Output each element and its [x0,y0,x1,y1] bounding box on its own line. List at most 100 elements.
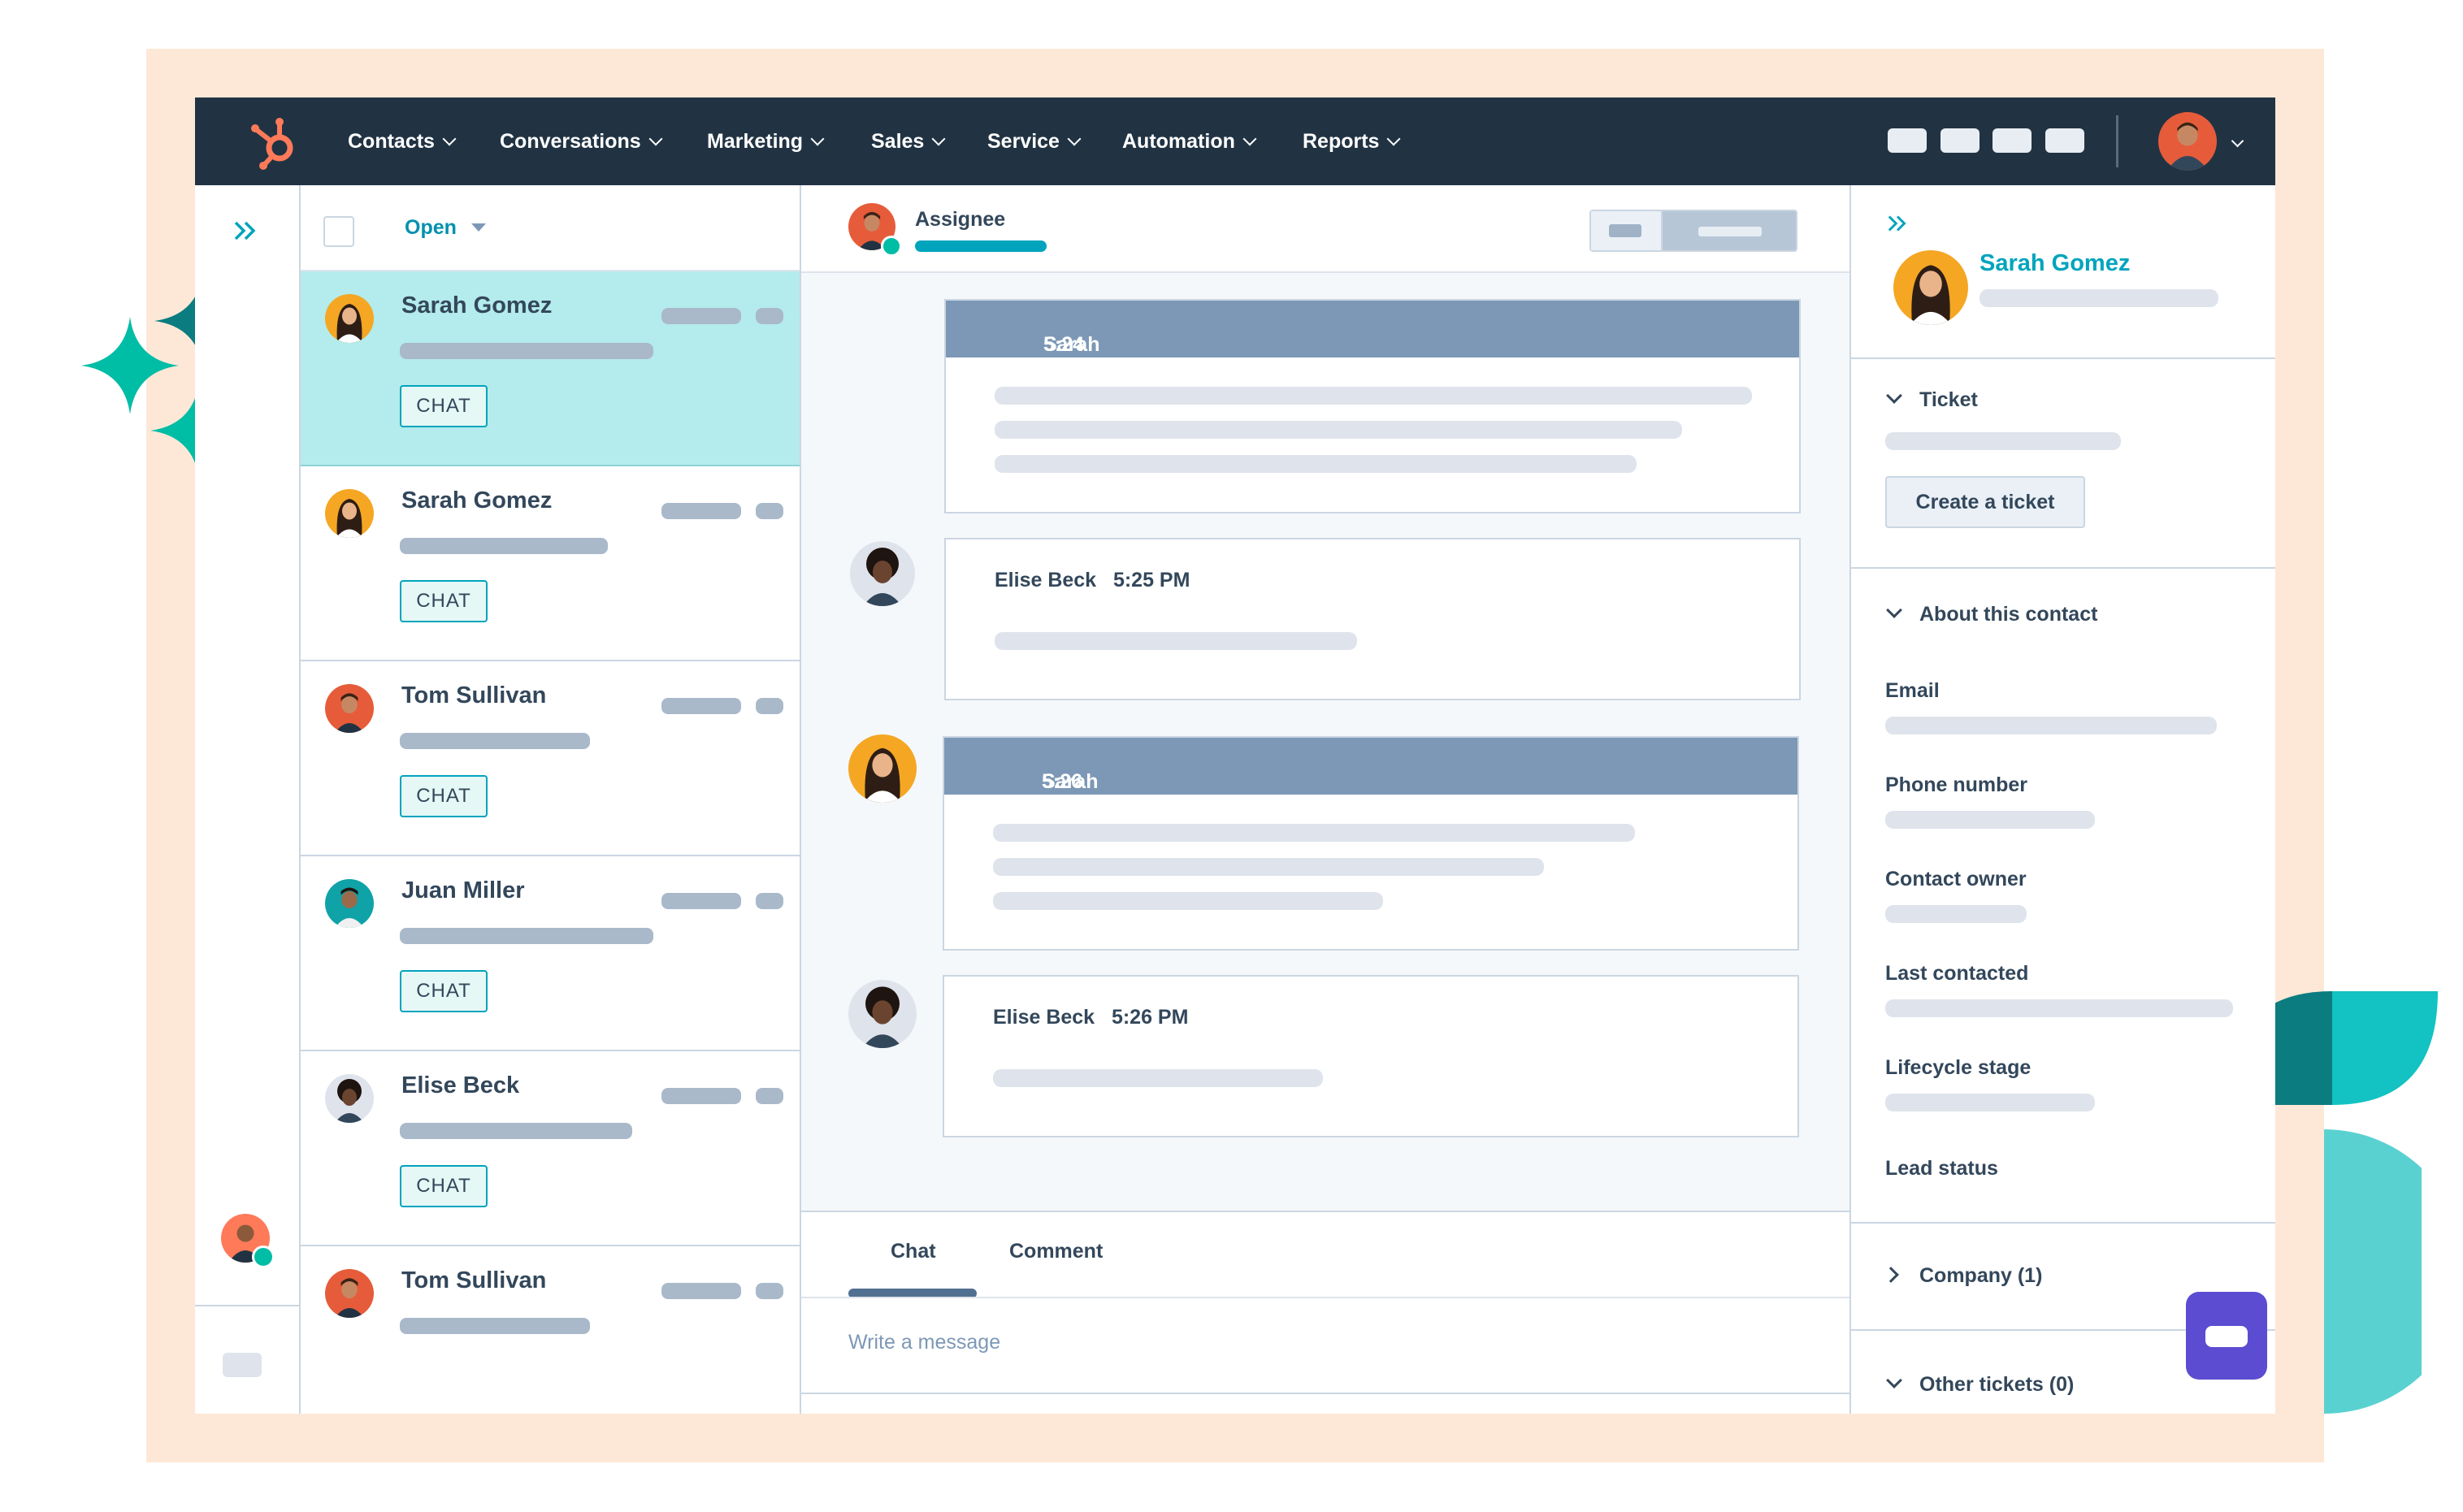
nav-utility-button[interactable] [1993,128,2032,153]
message-header: Sarah Gomez 5:24 PM [946,301,1799,379]
nav-utility-button[interactable] [1888,128,1927,153]
time-placeholder [661,503,741,519]
contact-name: Juan Miller [401,877,525,903]
contact-avatar [325,684,374,733]
tab-comment[interactable]: Comment [1009,1240,1103,1263]
message-text-placeholder [993,1069,1323,1087]
time-placeholder [661,698,741,714]
message-time: 5:24 PM [1043,333,1085,379]
company-section-label[interactable]: Company (1) [1919,1264,2042,1288]
message-bubble: Elise Beck 5:25 PM [944,538,1801,700]
message-bubble: Sarah Gomez 5:24 PM [944,299,1801,513]
chevron-down-icon[interactable] [1886,388,1902,404]
ticket-section: Ticket Create a ticket [1851,357,2275,569]
meta-placeholder [756,1283,783,1299]
nav-reports[interactable]: Reports [1303,97,1401,185]
composer-divider [801,1297,1849,1298]
preview-placeholder [400,343,653,359]
contact-sidebar: Sarah Gomez Ticket Create a ticket About… [1851,185,2275,1414]
meta-placeholder [756,698,783,714]
conversation-row[interactable]: Elise Beck CHAT [301,1051,800,1246]
ticket-section-label[interactable]: Ticket [1919,388,1978,412]
caret-down-icon [442,132,457,146]
nav-service[interactable]: Service [987,97,1082,185]
field-label-phone: Phone number [1885,773,2028,796]
sender-avatar [848,734,917,803]
view-toggle[interactable] [1589,210,1797,252]
field-label-owner: Contact owner [1885,868,2027,890]
user-avatar[interactable] [2158,112,2217,171]
account-caret-icon[interactable] [2231,134,2244,148]
caret-down-icon [931,132,946,146]
conversation-row[interactable]: Juan Miller CHAT [301,856,800,1051]
contact-name[interactable]: Sarah Gomez [1980,250,2130,277]
top-navigation: Contacts Conversations Marketing Sales S… [195,97,2275,185]
collapse-sidebar-icon[interactable] [1884,210,1911,237]
assignee-label: Assignee [915,208,1006,231]
other-tickets-label[interactable]: Other tickets (0) [1919,1373,2074,1397]
preview-placeholder [400,1318,590,1334]
contact-header: Sarah Gomez [1851,185,2275,359]
field-value-email[interactable] [1885,717,2217,734]
nav-marketing[interactable]: Marketing [707,97,825,185]
field-value-phone[interactable] [1885,811,2095,829]
message-input[interactable] [848,1326,1807,1358]
conversation-row[interactable]: Tom Sullivan [301,1246,800,1414]
caret-down-icon [1386,132,1401,146]
conversation-row[interactable]: Tom Sullivan CHAT [301,661,800,856]
nav-sales[interactable]: Sales [871,97,946,185]
chevron-down-icon[interactable] [1886,1372,1902,1389]
nav-utility-button[interactable] [2045,128,2084,153]
message-header: Sarah Gomez 5:26 PM [944,738,1797,817]
nav-contacts[interactable]: Contacts [348,97,457,185]
composer-divider [801,1393,1849,1394]
message-bubble: Elise Beck 5:26 PM [943,975,1799,1137]
contact-subtitle-placeholder [1980,289,2218,307]
field-label-lifecycle: Lifecycle stage [1885,1056,2032,1079]
meta-placeholder [756,893,783,909]
sender-avatar [848,980,917,1048]
time-placeholder [661,1283,741,1299]
field-value-last-contacted[interactable] [1885,999,2233,1017]
field-value-lifecycle[interactable] [1885,1094,2095,1111]
message-sender: Elise Beck [995,569,1097,591]
message-text-placeholder [993,858,1544,876]
contact-name: Sarah Gomez [401,487,553,513]
about-contact-label[interactable]: About this contact [1919,603,2097,626]
time-placeholder [661,308,741,324]
meta-placeholder [756,1088,783,1104]
view-toggle-option[interactable] [1591,211,1663,250]
field-value-owner[interactable] [1885,905,2027,923]
contact-name: Sarah Gomez [401,292,553,318]
nav-utility-button[interactable] [1940,128,1980,153]
chevron-right-icon[interactable] [1883,1267,1899,1283]
app-window: Contacts Conversations Marketing Sales S… [195,97,2275,1414]
field-label-email: Email [1885,679,1940,702]
sender-avatar [850,541,915,606]
tab-chat[interactable]: Chat [891,1240,936,1263]
left-rail [195,185,301,1414]
nav-divider [2116,115,2118,167]
status-filter-label: Open [405,216,457,239]
preview-placeholder [400,928,653,944]
channel-badge: CHAT [400,775,488,817]
contact-name: Tom Sullivan [401,1267,547,1293]
chat-launcher-icon[interactable] [2186,1292,2267,1380]
chevron-down-icon[interactable] [1886,602,1902,618]
nav-conversations[interactable]: Conversations [500,97,663,185]
expand-icon[interactable] [229,214,262,247]
rail-settings-button[interactable] [223,1353,262,1377]
message-text-placeholder [995,455,1637,473]
hubspot-logo-icon[interactable] [247,112,306,171]
preview-placeholder [400,733,590,749]
nav-automation[interactable]: Automation [1122,97,1257,185]
online-status-dot [881,236,902,257]
channel-badge: CHAT [400,970,488,1012]
create-ticket-button[interactable]: Create a ticket [1885,476,2085,528]
status-filter-dropdown[interactable]: Open [405,216,486,240]
contact-avatar [1893,250,1968,325]
select-all-checkbox[interactable] [323,216,354,247]
message-text-placeholder [995,387,1752,405]
conversation-row[interactable]: Sarah Gomez CHAT [301,466,800,661]
conversation-row[interactable]: Sarah Gomez CHAT [301,271,800,466]
